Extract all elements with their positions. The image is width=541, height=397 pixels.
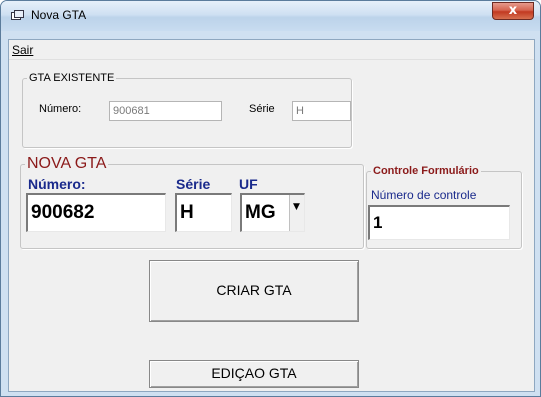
nova-numero-input[interactable]: 900682 (26, 193, 166, 232)
nova-serie-label: Série (176, 176, 211, 192)
nova-numero-value: 900682 (31, 202, 95, 223)
close-button[interactable]: x (492, 2, 534, 20)
nova-serie-value: H (180, 202, 194, 223)
uf-dropdown-button[interactable]: ▼ (289, 195, 304, 231)
title-bar: Nova GTA x (1, 1, 540, 31)
menu-item-sair-label: Sair (12, 43, 34, 57)
close-icon: x (508, 3, 518, 18)
existente-numero-label: Número: (39, 103, 82, 115)
existente-serie-label: Série (249, 103, 275, 115)
uf-selected-value: MG (245, 202, 276, 223)
nova-numero-label: Número: (28, 176, 86, 192)
existente-numero-value: 900681 (113, 105, 150, 117)
existente-serie-field: H (292, 101, 351, 121)
controle-legend: Controle Formulário (373, 165, 479, 177)
criar-gta-button[interactable]: CRIAR GTA (149, 260, 359, 322)
controle-numero-label: Número de controle (371, 188, 477, 202)
edicao-gta-label: EDIÇAO GTA (211, 365, 297, 381)
window-icon (11, 10, 24, 20)
chevron-down-icon: ▼ (293, 202, 300, 212)
edicao-gta-button[interactable]: EDIÇAO GTA (149, 360, 359, 388)
nova-serie-input[interactable]: H (175, 193, 232, 232)
controle-numero-input[interactable]: 1 (368, 205, 510, 240)
existente-numero-field: 900681 (109, 101, 222, 121)
client-area: Sair GTA EXISTENTE Número: 900681 Série … (8, 39, 535, 392)
criar-gta-label: CRIAR GTA (216, 282, 292, 298)
nova-uf-label: UF (239, 176, 258, 192)
uf-select[interactable]: MG ▼ (240, 193, 305, 232)
menu-bar: Sair (9, 40, 534, 60)
controle-numero-value: 1 (373, 213, 383, 232)
nova-gta-legend: NOVA GTA (27, 155, 107, 172)
gta-existente-legend: GTA EXISTENTE (29, 72, 115, 84)
app-window: Nova GTA x Sair GTA EXISTENTE Número: 90… (0, 0, 541, 397)
menu-item-sair[interactable]: Sair (12, 43, 33, 57)
existente-serie-value: H (296, 105, 304, 117)
window-title: Nova GTA (31, 8, 87, 22)
